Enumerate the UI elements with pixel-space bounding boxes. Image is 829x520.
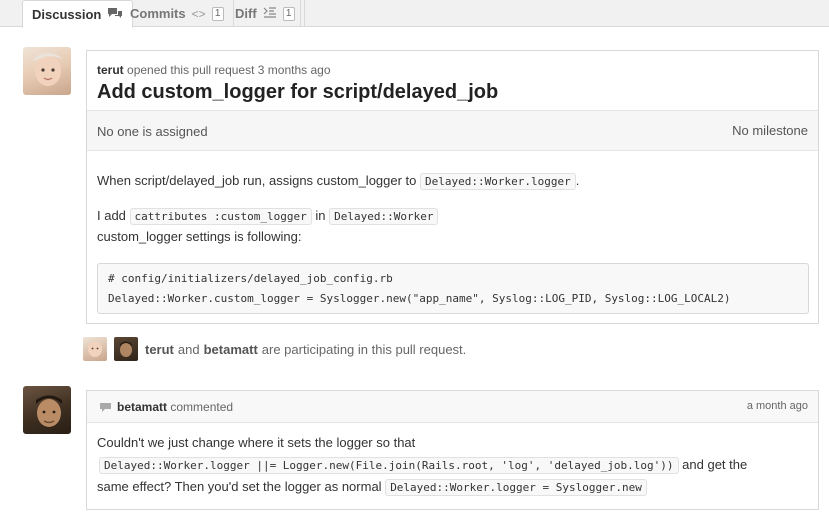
comment-line-3: same effect? Then you'd set the logger a… [97, 479, 647, 496]
tab-bar: Discussion Commits <> 1 Diff 1 [0, 0, 829, 28]
participants-row: terut and betamatt are participating in … [83, 337, 466, 361]
participant-link-betamatt[interactable]: betamatt [204, 342, 258, 357]
code-icon: <> [191, 6, 206, 21]
pull-request-sidebar-meta: No one is assigned No milestone [87, 111, 818, 151]
assignee-text[interactable]: No one is assigned [97, 124, 208, 139]
comment-bubble-icon [99, 401, 112, 416]
body-p2-text: I add [97, 208, 126, 223]
comment-code-1: Delayed::Worker.logger ||= Logger.new(Fi… [99, 457, 679, 474]
tab-commits[interactable]: Commits <> 1 [121, 0, 234, 27]
comment-line-2-end: and get the [682, 457, 748, 472]
tab-diff-label: Diff [235, 6, 257, 21]
comment-box: betamatt commented a month ago Couldn't … [86, 390, 819, 510]
pull-request-box: terut opened this pull request 3 months … [86, 50, 819, 324]
comment-meta: betamatt commented [117, 400, 233, 414]
code-line-1: # config/initializers/delayed_job_config… [108, 272, 393, 285]
avatar-terut[interactable] [23, 47, 71, 95]
comment-action: commented [170, 400, 234, 414]
comment-line-1: Couldn't we just change where it sets th… [97, 435, 416, 450]
avatar-betamatt[interactable] [23, 386, 71, 434]
code-line-2: Delayed::Worker.custom_logger = Syslogge… [108, 292, 731, 305]
body-paragraph-1: When script/delayed_job run, assigns cus… [97, 173, 580, 190]
tab-diff[interactable]: Diff 1 [226, 0, 305, 27]
tab-commits-label: Commits [130, 6, 186, 21]
body-p2-mid: in [315, 208, 326, 223]
comment-time[interactable]: a month ago [747, 400, 808, 412]
comment-line-3-start: same effect? Then you'd set the logger a… [97, 479, 382, 494]
diff-icon [263, 6, 277, 21]
pr-opened-text: opened this pull request 3 months ago [127, 63, 331, 77]
body-p1-text: When script/delayed_job run, assigns cus… [97, 173, 417, 188]
participants-and: and [177, 341, 200, 357]
tab-discussion[interactable]: Discussion [22, 0, 134, 28]
body-paragraph-2-line-2: custom_logger settings is following: [97, 229, 302, 244]
participant-avatar-terut[interactable] [83, 337, 107, 361]
diff-count-badge: 1 [282, 6, 295, 21]
comment-code-2: Delayed::Worker.logger = Syslogger.new [385, 479, 647, 496]
body-p2-code2: Delayed::Worker [329, 208, 439, 225]
participant-link-terut[interactable]: terut [145, 342, 174, 357]
body-p1-code: Delayed::Worker.logger [420, 173, 576, 190]
pull-request-header: terut opened this pull request 3 months … [87, 51, 818, 111]
comment-line-2: Delayed::Worker.logger ||= Logger.new(Fi… [99, 457, 748, 474]
tab-discussion-label: Discussion [32, 6, 102, 22]
tab-divider [300, 0, 301, 27]
body-paragraph-2: I add cattributes :custom_logger in Dela… [97, 208, 439, 225]
commits-count-badge: 1 [211, 6, 224, 21]
pull-request-meta: terut opened this pull request 3 months … [97, 63, 331, 77]
pull-request-title: Add custom_logger for script/delayed_job [97, 81, 499, 103]
code-block: # config/initializers/delayed_job_config… [97, 263, 809, 314]
body-p1-end: . [575, 173, 580, 188]
pr-author-link[interactable]: terut [97, 63, 124, 77]
participants-suffix: are participating in this pull request. [261, 341, 467, 357]
milestone-text[interactable]: No milestone [732, 123, 808, 138]
comment-author-link[interactable]: betamatt [117, 400, 167, 414]
comment-header: betamatt commented a month ago [87, 391, 818, 423]
body-p2-code1: cattributes :custom_logger [129, 208, 312, 225]
participant-avatar-betamatt[interactable] [114, 337, 138, 361]
